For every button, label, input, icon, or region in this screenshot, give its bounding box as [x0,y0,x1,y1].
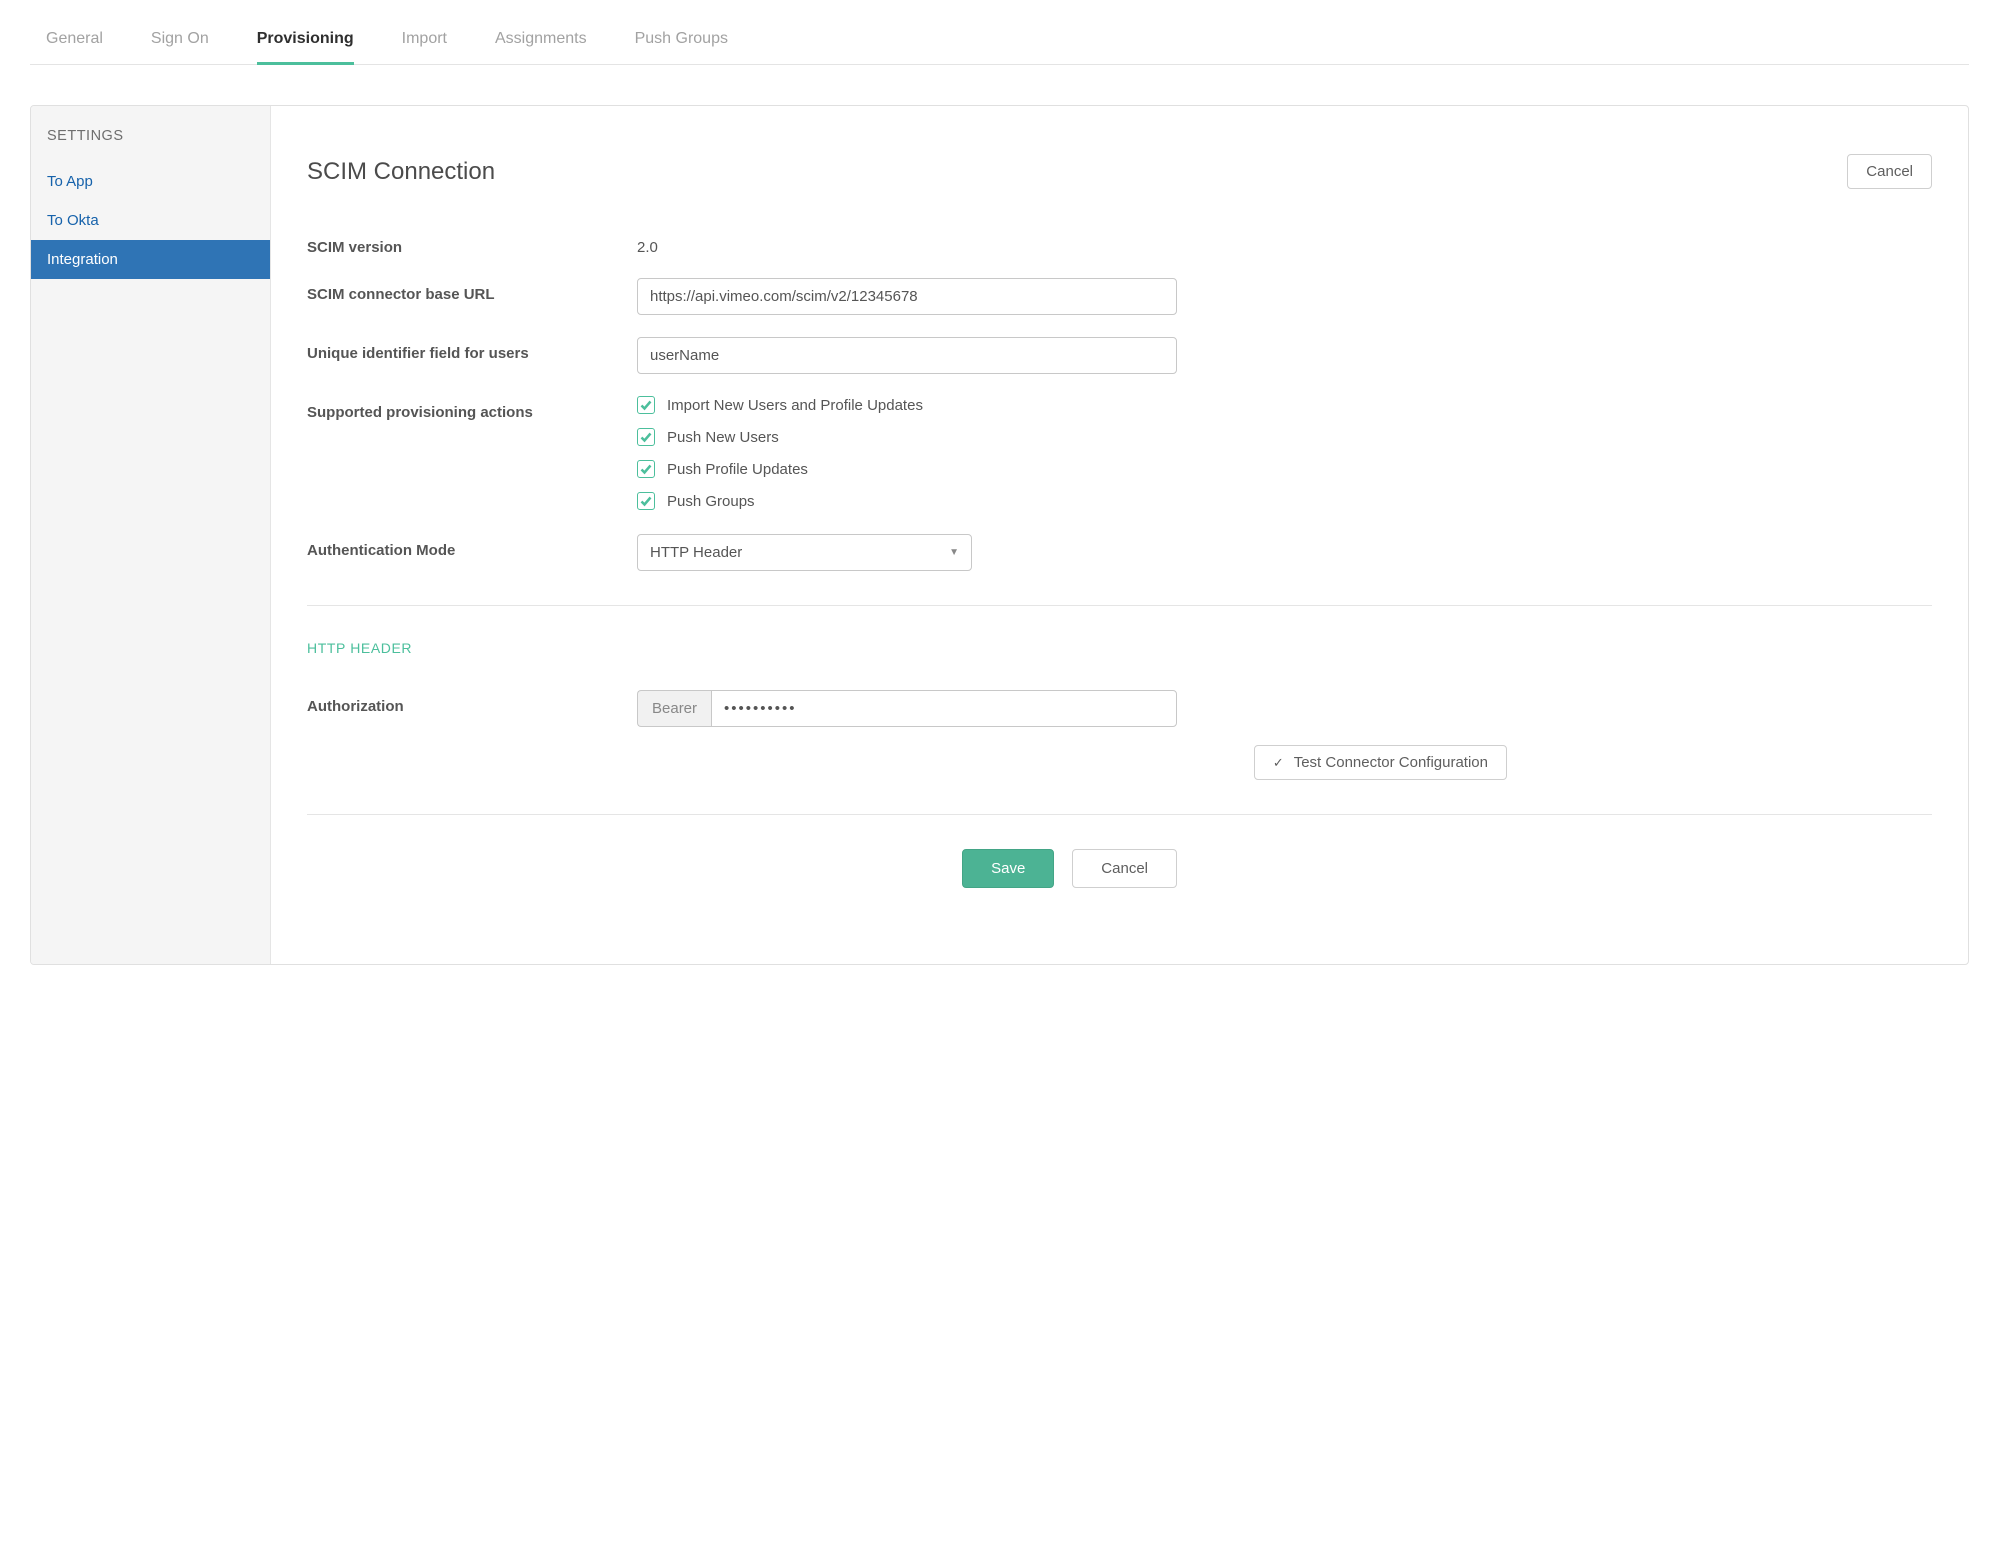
base-url-input[interactable] [637,278,1177,315]
divider [307,605,1932,606]
checkbox-label: Import New Users and Profile Updates [667,397,923,414]
bearer-prefix: Bearer [637,690,711,727]
auth-mode-value: HTTP Header [650,544,742,561]
save-button[interactable]: Save [962,849,1054,888]
bearer-token-input[interactable] [711,690,1177,727]
uid-label: Unique identifier field for users [307,337,637,362]
test-connector-label: Test Connector Configuration [1294,754,1488,771]
checkbox-push-groups[interactable]: Push Groups [637,492,1932,510]
tab-import[interactable]: Import [402,20,447,65]
check-icon: ✓ [1273,755,1284,771]
tab-bar: General Sign On Provisioning Import Assi… [30,20,1969,65]
cancel-button-bottom[interactable]: Cancel [1072,849,1177,888]
checkbox-push-new-users[interactable]: Push New Users [637,428,1932,446]
tab-sign-on[interactable]: Sign On [151,20,209,65]
sidebar-item-integration[interactable]: Integration [31,240,270,279]
divider [307,814,1932,815]
checkbox-label: Push New Users [667,429,779,446]
chevron-down-icon: ▼ [949,547,959,558]
sidebar-item-to-app[interactable]: To App [31,162,270,201]
checkmark-icon [637,396,655,414]
tab-assignments[interactable]: Assignments [495,20,587,65]
checkmark-icon [637,460,655,478]
http-header-section-title: HTTP HEADER [307,640,1932,656]
tab-provisioning[interactable]: Provisioning [257,20,354,65]
settings-content: SCIM Connection Cancel SCIM version 2.0 … [271,106,1968,964]
checkbox-push-profile[interactable]: Push Profile Updates [637,460,1932,478]
authorization-label: Authorization [307,690,637,715]
tab-general[interactable]: General [46,20,103,65]
checkmark-icon [637,492,655,510]
base-url-label: SCIM connector base URL [307,278,637,303]
settings-sidebar: SETTINGS To App To Okta Integration [31,106,271,964]
auth-mode-label: Authentication Mode [307,534,637,559]
checkbox-import-users[interactable]: Import New Users and Profile Updates [637,396,1932,414]
test-connector-button[interactable]: ✓ Test Connector Configuration [1254,745,1507,780]
uid-input[interactable] [637,337,1177,374]
checkmark-icon [637,428,655,446]
scim-version-value: 2.0 [637,231,1932,256]
sidebar-title: SETTINGS [31,128,270,162]
actions-label: Supported provisioning actions [307,396,637,421]
cancel-button-top[interactable]: Cancel [1847,154,1932,189]
checkbox-label: Push Profile Updates [667,461,808,478]
settings-panel: SETTINGS To App To Okta Integration SCIM… [30,105,1969,965]
page-title: SCIM Connection [307,158,495,186]
checkbox-label: Push Groups [667,493,755,510]
sidebar-item-to-okta[interactable]: To Okta [31,201,270,240]
tab-push-groups[interactable]: Push Groups [635,20,728,65]
auth-mode-select[interactable]: HTTP Header ▼ [637,534,972,571]
scim-version-label: SCIM version [307,231,637,256]
